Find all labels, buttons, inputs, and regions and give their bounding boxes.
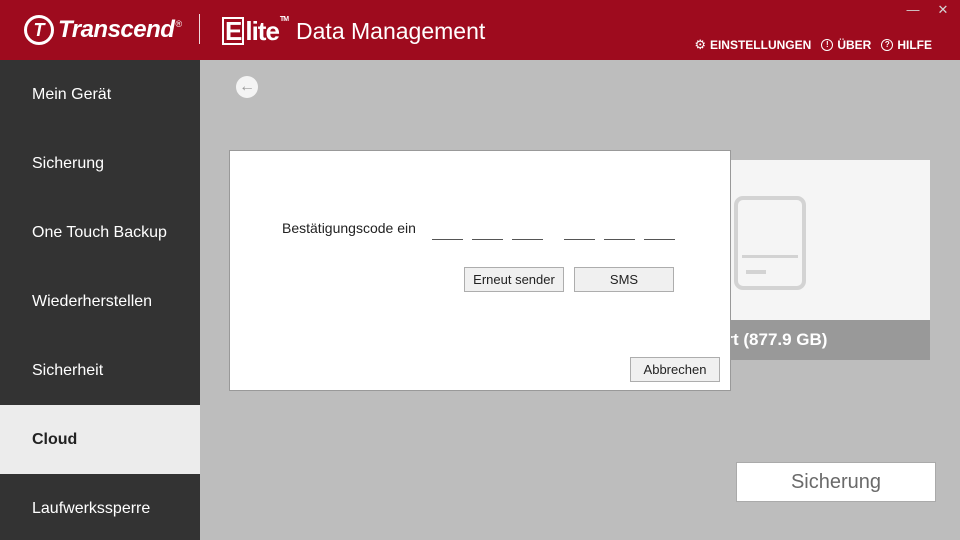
header-divider xyxy=(199,14,200,44)
drive-icon xyxy=(734,196,806,290)
elite-tm: TM xyxy=(279,15,289,23)
transcend-t-icon: T xyxy=(24,15,54,45)
gear-icon: ⚙ xyxy=(694,37,706,52)
sidebar-item-one-touch-backup[interactable]: One Touch Backup xyxy=(0,198,200,267)
code-digit-5[interactable] xyxy=(604,239,635,240)
sidebar-item-laufwerkssperre[interactable]: Laufwerkssperre xyxy=(0,474,200,540)
transcend-logo: T Transcend ® xyxy=(24,14,182,46)
code-digit-4[interactable] xyxy=(564,239,595,240)
sidebar-item-wiederherstellen[interactable]: Wiederherstellen xyxy=(0,267,200,336)
help-link-label: HILFE xyxy=(897,38,932,52)
backup-button[interactable]: Sicherung xyxy=(736,462,936,502)
cancel-button[interactable]: Abbrechen xyxy=(630,357,720,382)
back-arrow-icon[interactable]: ← xyxy=(236,76,258,98)
app-header: T Transcend ® EliteTM Data Management — … xyxy=(0,0,960,60)
sidebar: Mein Gerät Sicherung One Touch Backup Wi… xyxy=(0,60,200,540)
code-digit-3[interactable] xyxy=(512,239,543,240)
elite-logo: EliteTM xyxy=(222,15,289,47)
minimize-button[interactable]: — xyxy=(906,2,920,18)
brand-name: Transcend xyxy=(58,16,175,43)
settings-link[interactable]: ⚙ EINSTELLUNGEN xyxy=(694,38,811,52)
verification-dialog: Bestätigungscode ein Erneut sender SMS A… xyxy=(229,150,731,391)
help-link[interactable]: ? HILFE xyxy=(881,38,932,52)
sidebar-item-mein-geraet[interactable]: Mein Gerät xyxy=(0,60,200,129)
brand-registered-mark: ® xyxy=(175,19,183,29)
code-digit-1[interactable] xyxy=(432,239,463,240)
elite-e-box: E xyxy=(222,16,245,45)
close-button[interactable]: ✕ xyxy=(936,2,950,18)
header-links: ⚙ EINSTELLUNGEN ! ÜBER ? HILFE xyxy=(694,38,932,52)
about-link[interactable]: ! ÜBER xyxy=(821,38,871,52)
device-name-bar: ort (877.9 GB) xyxy=(712,320,930,360)
app-title: EliteTM Data Management xyxy=(222,14,485,48)
sms-button[interactable]: SMS xyxy=(574,267,674,292)
settings-link-label: EINSTELLUNGEN xyxy=(709,38,812,52)
window-controls: — ✕ xyxy=(906,2,950,18)
app-name: Data Management xyxy=(296,17,486,44)
sidebar-item-sicherheit[interactable]: Sicherheit xyxy=(0,336,200,405)
verification-code-label: Bestätigungscode ein xyxy=(282,220,416,236)
code-digit-6[interactable] xyxy=(644,239,675,240)
sidebar-item-cloud[interactable]: Cloud xyxy=(0,405,200,474)
resend-button[interactable]: Erneut sender xyxy=(464,267,564,292)
elite-logo-rest: lite xyxy=(245,15,280,46)
device-card[interactable]: ort (877.9 GB) xyxy=(712,160,930,360)
code-digit-2[interactable] xyxy=(472,239,503,240)
device-card-body xyxy=(712,160,930,320)
about-link-label: ÜBER xyxy=(837,38,872,52)
sidebar-item-sicherung[interactable]: Sicherung xyxy=(0,129,200,198)
question-icon: ? xyxy=(881,39,894,51)
exclamation-icon: ! xyxy=(821,39,834,51)
